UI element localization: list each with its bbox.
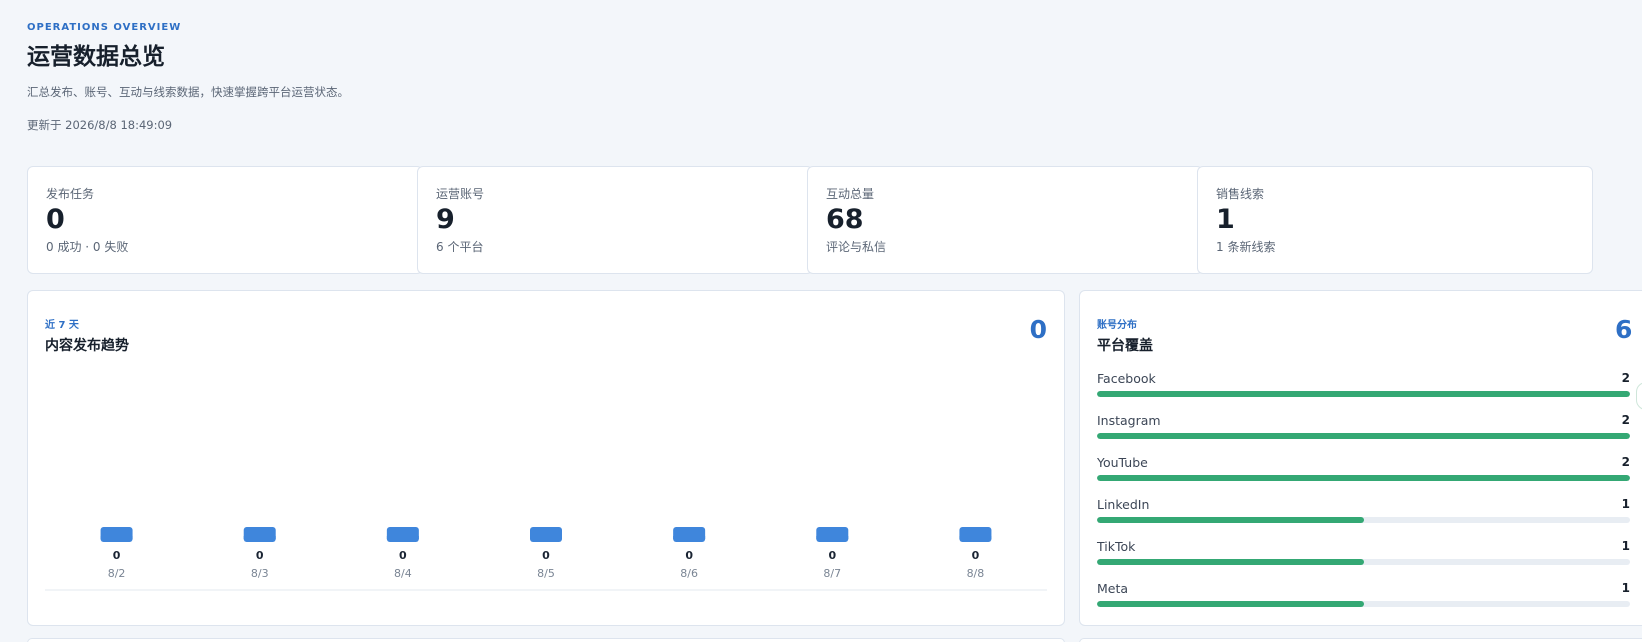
- platform-bar-track: [1097, 517, 1630, 523]
- platform-count: 2: [1621, 413, 1630, 427]
- platform-name: Meta: [1097, 581, 1129, 596]
- platform-eyebrow: 账号分布: [1097, 320, 1137, 331]
- platform-name: Facebook: [1097, 371, 1156, 386]
- trend-eyebrow: 近 7 天: [45, 320, 79, 331]
- updated-timestamp: 更新于 2026/8/8 18:49:09: [27, 118, 173, 133]
- stat-label: 发布任务: [46, 187, 95, 201]
- trend-bar: [530, 527, 562, 542]
- trend-total: 0: [1029, 315, 1047, 344]
- trend-value-label: 0: [256, 549, 264, 562]
- platform-bar-fill: [1097, 601, 1364, 607]
- stat-value: 0: [46, 204, 65, 235]
- platform-item-youtube[interactable]: YouTube 2: [1097, 455, 1630, 497]
- platform-item-tiktok[interactable]: TikTok 1: [1097, 539, 1630, 581]
- trend-bar: [243, 527, 276, 542]
- trend-value-label: 0: [399, 549, 407, 562]
- trend-bar: [386, 527, 419, 542]
- page-subtitle: 汇总发布、账号、互动与线索数据，快速掌握跨平台运营状态。: [27, 85, 349, 100]
- header-eyebrow: OPERATIONS OVERVIEW: [27, 22, 182, 33]
- trend-value-label: 0: [542, 549, 550, 562]
- next-panel-right-edge: [1079, 638, 1642, 642]
- trend-x-tick-label: 8/4: [394, 567, 412, 580]
- trend-bar-base: [673, 536, 706, 539]
- stat-card-accounts[interactable]: 运营账号 9 6 个平台: [417, 166, 813, 274]
- trend-value-label: 0: [113, 549, 121, 562]
- trend-x-tick-label: 8/8: [967, 567, 985, 580]
- stat-card-interactions[interactable]: 互动总量 68 评论与私信: [807, 166, 1203, 274]
- stat-label: 销售线索: [1216, 187, 1265, 201]
- platform-name: YouTube: [1097, 455, 1148, 470]
- trend-value-label: 0: [685, 549, 693, 562]
- stat-card-row: 发布任务 0 0 成功 · 0 失败 运营账号 9 6 个平台 互动总量 68 …: [27, 166, 1642, 274]
- trend-bar: [100, 527, 133, 542]
- platform-coverage-panel: 账号分布 平台覆盖 6 Facebook 2 Instagram 2 YouTu…: [1079, 290, 1642, 626]
- trend-x-tick-label: 8/6: [680, 567, 698, 580]
- trend-bar-base: [816, 536, 849, 539]
- trend-x-tick-label: 8/5: [537, 567, 555, 580]
- publish-trend-chart: 0 8/2 0 8/3 0 8/4 0 8/5 0 8/6 0 8/7 0 8/8: [45, 527, 1047, 591]
- stat-subtext: 0 成功 · 0 失败: [46, 239, 129, 254]
- trend-bar-base: [100, 536, 133, 539]
- stat-value: 1: [1216, 204, 1235, 235]
- platform-item-meta[interactable]: Meta 1: [1097, 581, 1630, 623]
- platform-bar-fill: [1097, 559, 1364, 565]
- platform-name: Instagram: [1097, 413, 1161, 428]
- platform-count: 1: [1621, 539, 1630, 553]
- stat-card-publish-tasks[interactable]: 发布任务 0 0 成功 · 0 失败: [27, 166, 423, 274]
- next-panel-left-edge: [27, 638, 1065, 642]
- platform-bar-track: [1097, 391, 1630, 397]
- trend-bar: [959, 527, 992, 542]
- platform-item-linkedin[interactable]: LinkedIn 1: [1097, 497, 1630, 539]
- platform-bar-track: [1097, 433, 1630, 439]
- platform-bar-fill: [1097, 475, 1630, 481]
- trend-value-label: 0: [972, 549, 980, 562]
- platform-total: 6: [1615, 315, 1633, 344]
- platform-count: 2: [1621, 455, 1630, 469]
- platform-name: TikTok: [1097, 539, 1136, 554]
- page-header: OPERATIONS OVERVIEW 运营数据总览 汇总发布、账号、互动与线索…: [27, 22, 349, 133]
- platform-count: 1: [1621, 497, 1630, 511]
- stat-card-leads[interactable]: 销售线索 1 1 条新线索: [1197, 166, 1593, 274]
- platform-count: 2: [1621, 371, 1630, 385]
- platform-title: 平台覆盖: [1097, 338, 1153, 354]
- stat-subtext: 6 个平台: [436, 239, 484, 254]
- platform-name: LinkedIn: [1097, 497, 1150, 512]
- platform-item-facebook[interactable]: Facebook 2: [1097, 371, 1630, 413]
- trend-bar-base: [243, 536, 276, 539]
- stat-label: 互动总量: [826, 187, 875, 201]
- trend-x-tick-label: 8/2: [108, 567, 126, 580]
- trend-value-label: 0: [828, 549, 836, 562]
- stat-label: 运营账号: [436, 187, 485, 201]
- trend-bar: [816, 527, 849, 542]
- page-title: 运营数据总览: [27, 44, 165, 70]
- stat-value: 68: [826, 204, 864, 235]
- platform-list: Facebook 2 Instagram 2 YouTube 2 LinkedI…: [1097, 371, 1630, 623]
- trend-bar-base: [530, 536, 562, 539]
- publish-trend-panel: 近 7 天 内容发布趋势 0 0 8/2 0 8/3 0 8/4 0 8/5 0 8/6 0 8/7 0…: [27, 290, 1065, 626]
- trend-x-tick-label: 8/7: [823, 567, 841, 580]
- trend-bar-base: [386, 536, 419, 539]
- trend-bar-base: [959, 536, 992, 539]
- dashboard-page: OPERATIONS OVERVIEW 运营数据总览 汇总发布、账号、互动与线索…: [0, 0, 1642, 642]
- trend-x-tick-label: 8/3: [251, 567, 269, 580]
- platform-bar-fill: [1097, 391, 1630, 397]
- platform-item-instagram[interactable]: Instagram 2: [1097, 413, 1630, 455]
- platform-bar-fill: [1097, 433, 1630, 439]
- stat-subtext: 评论与私信: [826, 239, 887, 254]
- platform-count: 1: [1621, 581, 1630, 595]
- stat-value: 9: [436, 204, 455, 235]
- trend-bar: [673, 527, 706, 542]
- platform-bar-fill: [1097, 517, 1364, 523]
- platform-bar-track: [1097, 601, 1630, 607]
- stat-subtext: 1 条新线索: [1216, 239, 1276, 254]
- platform-bar-track: [1097, 559, 1630, 565]
- side-panel-handle[interactable]: [1636, 382, 1642, 410]
- platform-bar-track: [1097, 475, 1630, 481]
